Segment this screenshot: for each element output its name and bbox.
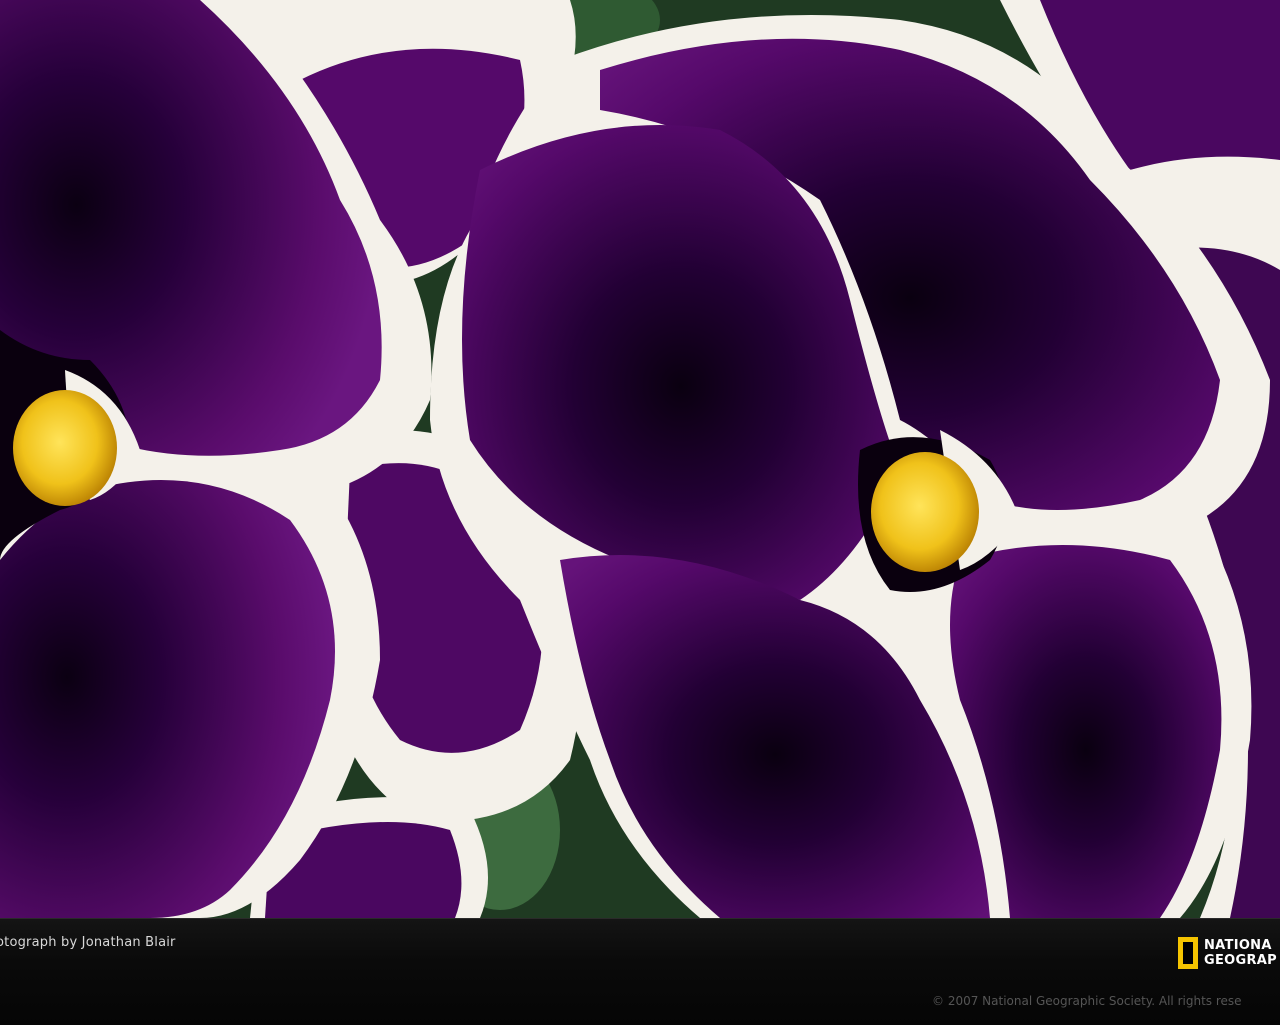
logo-line-1: NATIONA	[1204, 938, 1272, 953]
pansy-illustration	[0, 0, 1280, 918]
photo-credit: otograph by Jonathan Blair	[0, 935, 176, 950]
copyright-notice: © 2007 National Geographic Society. All …	[932, 994, 1242, 1008]
right-pansy-center	[871, 452, 979, 572]
logo-wordmark: NATIONA GEOGRAP	[1204, 938, 1277, 968]
yellow-frame-icon	[1178, 937, 1198, 969]
national-geographic-logo: NATIONA GEOGRAP	[1178, 933, 1277, 973]
left-pansy-center	[13, 390, 117, 506]
logo-line-2: GEOGRAP	[1204, 953, 1277, 968]
pansy-photo	[0, 0, 1280, 918]
caption-bar: otograph by Jonathan Blair NATIONA GEOGR…	[0, 918, 1280, 1025]
